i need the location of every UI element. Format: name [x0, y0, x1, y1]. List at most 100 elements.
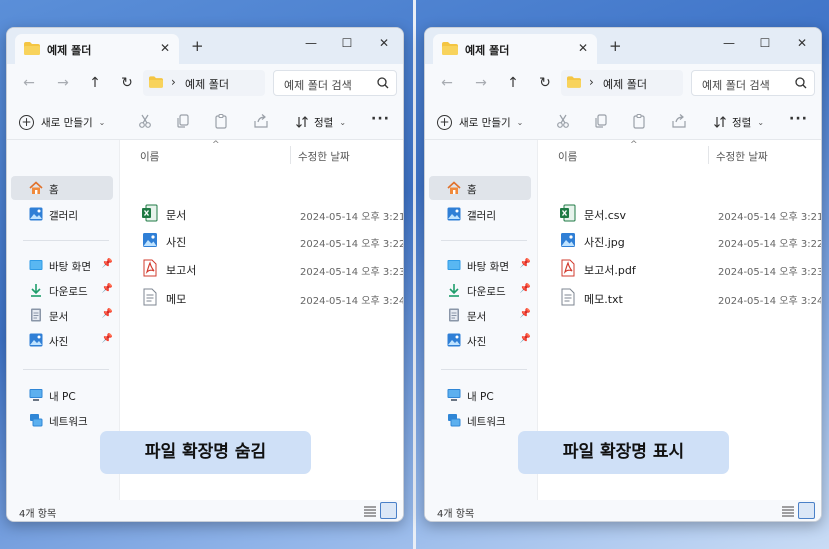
breadcrumb-path[interactable]: 예제 폴더 [185, 76, 229, 92]
sidebar-item-label: 홈 [49, 184, 59, 196]
file-name: 문서 [166, 209, 187, 222]
file-row[interactable]: 사진.jpg 2024-05-14 오후 3:22 [538, 227, 821, 253]
file-date: 2024-05-14 오후 3:23 [718, 267, 822, 278]
tab-example-folder[interactable]: 예제 폴더 ✕ [433, 34, 597, 64]
column-divider[interactable] [708, 146, 709, 164]
sidebar-item-this-pc[interactable]: 내 PC [429, 383, 531, 407]
file-row[interactable]: 메모 2024-05-14 오후 3:24 [120, 284, 404, 310]
column-divider[interactable] [290, 146, 291, 164]
more-options-button[interactable]: ··· [371, 111, 390, 127]
list-view-icon[interactable] [363, 504, 377, 518]
paste-icon[interactable] [213, 113, 229, 129]
file-date: 2024-05-14 오후 3:24 [300, 296, 404, 307]
new-tab-button[interactable]: + [191, 38, 204, 54]
close-tab-icon[interactable]: ✕ [575, 40, 591, 56]
details-view-icon[interactable] [798, 502, 815, 519]
item-count: 4개 항목 [437, 509, 475, 520]
file-row[interactable]: 문서.csv 2024-05-14 오후 3:21 [538, 200, 821, 226]
file-name: 메모 [166, 293, 187, 306]
sidebar-item-home[interactable]: 홈 [11, 176, 113, 200]
file-row[interactable]: 보고서 2024-05-14 오후 3:23 [120, 255, 404, 281]
tab-example-folder[interactable]: 예제 폴더 ✕ [15, 34, 179, 64]
maximize-button[interactable]: ☐ [753, 32, 777, 54]
sidebar-item-network[interactable]: 네트워크 [429, 408, 531, 432]
chevron-down-icon: ⌄ [339, 117, 347, 127]
maximize-button[interactable]: ☐ [335, 32, 359, 54]
sidebar-item-label: 네트워크 [49, 416, 88, 428]
pin-icon: 📌 [101, 334, 113, 344]
breadcrumb[interactable]: › 예제 폴더 [561, 70, 683, 96]
tab-label: 예제 폴더 [465, 44, 510, 57]
column-header-name[interactable]: 이름 [558, 149, 577, 164]
pdf-icon [143, 259, 157, 277]
breadcrumb-path[interactable]: 예제 폴더 [603, 76, 647, 92]
sidebar-item-gallery[interactable]: 갤러리 [429, 202, 531, 226]
chevron-down-icon: ⌄ [98, 117, 106, 127]
up-button[interactable]: ↑ [85, 73, 105, 93]
paste-icon[interactable] [631, 113, 647, 129]
close-tab-icon[interactable]: ✕ [157, 40, 173, 56]
details-view-icon[interactable] [380, 502, 397, 519]
sidebar-item-desktop[interactable]: 바탕 화면 📌 [11, 253, 113, 277]
list-view-icon[interactable] [781, 504, 795, 518]
home-icon [447, 181, 461, 194]
copy-icon[interactable] [593, 113, 609, 129]
sidebar-item-pictures[interactable]: 사진 📌 [11, 328, 113, 352]
status-bar: 4개 항목 [425, 500, 821, 521]
pin-icon: 📌 [519, 309, 531, 319]
sidebar-item-this-pc[interactable]: 내 PC [11, 383, 113, 407]
file-row[interactable]: 사진 2024-05-14 오후 3:22 [120, 227, 403, 253]
back-button[interactable]: ← [19, 73, 39, 93]
column-header-date[interactable]: 수정한 날짜 [716, 149, 768, 164]
sidebar-item-downloads[interactable]: 다운로드 📌 [429, 278, 531, 302]
column-header-date[interactable]: 수정한 날짜 [298, 149, 350, 164]
new-tab-button[interactable]: + [609, 38, 622, 54]
cut-icon[interactable] [137, 113, 153, 129]
sort-button[interactable]: 정렬 ⌄ [295, 112, 346, 132]
cut-icon[interactable] [555, 113, 571, 129]
forward-button[interactable]: → [471, 73, 491, 93]
folder-icon [567, 76, 581, 88]
refresh-button[interactable]: ↻ [535, 73, 555, 93]
sidebar-item-home[interactable]: 홈 [429, 176, 531, 200]
excel-icon [560, 204, 576, 222]
command-bar: + 새로 만들기 ⌄ 정렬 ⌄ ··· [7, 102, 403, 140]
gallery-icon [29, 207, 43, 221]
back-button[interactable]: ← [437, 73, 457, 93]
search-input[interactable]: 예제 폴더 검색 [691, 70, 815, 96]
sidebar-item-downloads[interactable]: 다운로드 📌 [11, 278, 113, 302]
share-icon[interactable] [671, 113, 687, 129]
new-button[interactable]: + 새로 만들기 ⌄ [437, 112, 523, 132]
close-window-button[interactable]: ✕ [372, 32, 396, 54]
sidebar-item-gallery[interactable]: 갤러리 [11, 202, 113, 226]
breadcrumb[interactable]: › 예제 폴더 [143, 70, 265, 96]
minimize-button[interactable]: — [717, 32, 741, 54]
file-row[interactable]: 메모.txt 2024-05-14 오후 3:24 [538, 284, 821, 310]
sidebar-item-pictures[interactable]: 사진 📌 [429, 328, 531, 352]
more-options-button[interactable]: ··· [789, 111, 808, 127]
share-icon[interactable] [253, 113, 269, 129]
copy-icon[interactable] [175, 113, 191, 129]
sidebar-item-label: 사진 [467, 336, 487, 348]
file-row[interactable]: 보고서.pdf 2024-05-14 오후 3:23 [538, 255, 822, 281]
up-button[interactable]: ↑ [503, 73, 523, 93]
sidebar-item-network[interactable]: 네트워크 [11, 408, 113, 432]
file-row[interactable]: 문서 2024-05-14 오후 3:21 [120, 200, 403, 226]
sidebar-item-desktop[interactable]: 바탕 화면 📌 [429, 253, 531, 277]
forward-button[interactable]: → [53, 73, 73, 93]
sidebar-item-documents[interactable]: 문서 📌 [429, 303, 531, 327]
sidebar-item-label: 문서 [467, 311, 487, 323]
close-window-button[interactable]: ✕ [790, 32, 814, 54]
minimize-button[interactable]: — [299, 32, 323, 54]
refresh-button[interactable]: ↻ [117, 73, 137, 93]
search-input[interactable]: 예제 폴더 검색 [273, 70, 397, 96]
column-header-name[interactable]: 이름 [140, 149, 159, 164]
sidebar-item-documents[interactable]: 문서 📌 [11, 303, 113, 327]
pin-icon: 📌 [101, 309, 113, 319]
file-date: 2024-05-14 오후 3:23 [300, 267, 404, 278]
search-placeholder: 예제 폴더 검색 [702, 79, 770, 92]
tab-label: 예제 폴더 [47, 44, 92, 57]
folder-icon [149, 76, 163, 88]
sort-button[interactable]: 정렬 ⌄ [713, 112, 764, 132]
new-button[interactable]: + 새로 만들기 ⌄ [19, 112, 105, 132]
